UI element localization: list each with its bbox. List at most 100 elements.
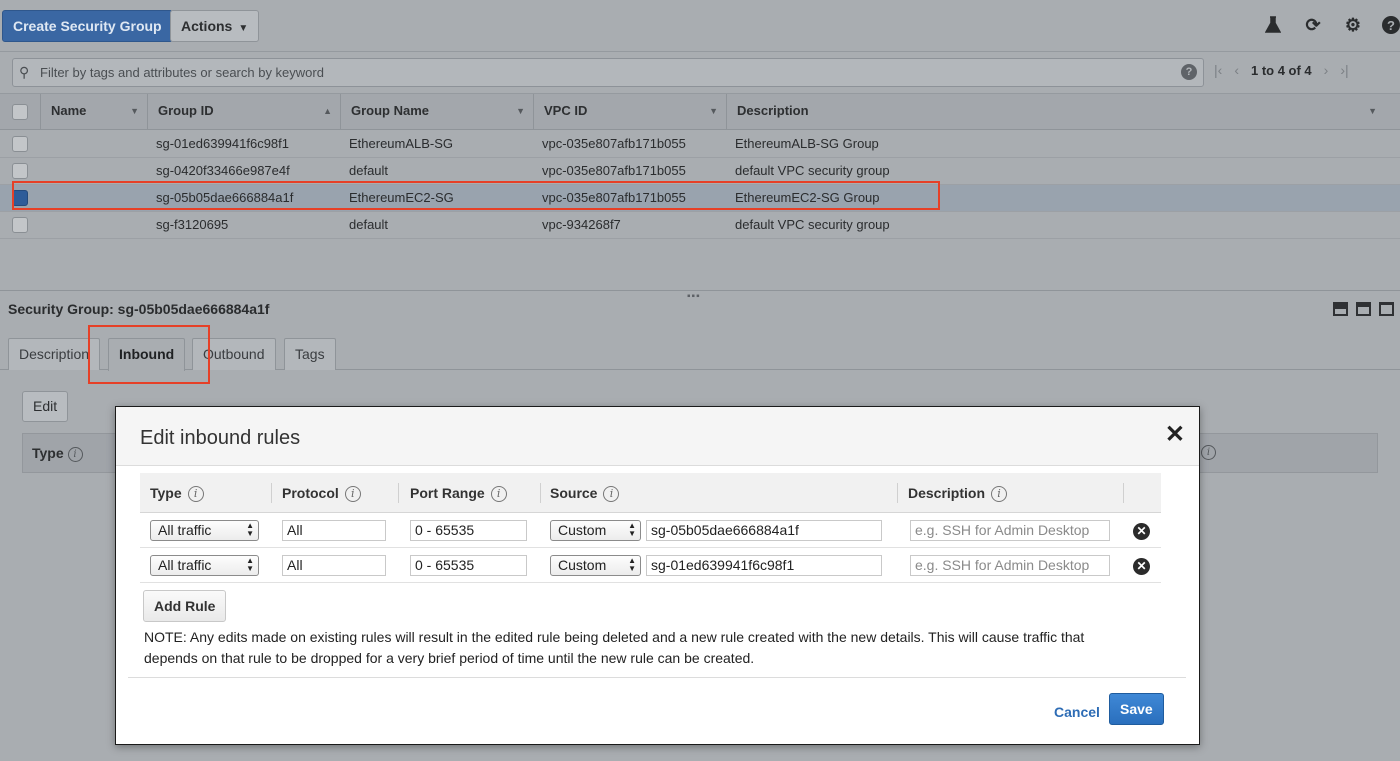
- rules-table: Type i Protocol i Port Range i Source i Desc…: [140, 473, 1161, 583]
- delete-rule-icon[interactable]: ✕: [1133, 523, 1150, 540]
- sort-icon: ▼: [516, 106, 525, 116]
- first-page-icon[interactable]: |‹: [1214, 62, 1222, 78]
- row-checkbox[interactable]: [12, 163, 28, 179]
- table-row[interactable]: sg-01ed639941f6c98f1 EthereumALB-SG vpc-…: [0, 131, 1400, 158]
- flask-icon[interactable]: [1262, 14, 1284, 36]
- search-help-icon[interactable]: ?: [1181, 64, 1197, 80]
- column-header-name[interactable]: Name ▼: [40, 94, 147, 130]
- search-input[interactable]: ⚲ Filter by tags and attributes or searc…: [12, 58, 1204, 87]
- tab-description[interactable]: Description: [8, 338, 101, 370]
- toolbar: Create Security Group Actions ▼ ⟳ ⚙ ?: [0, 0, 1400, 52]
- edit-button[interactable]: Edit: [22, 391, 69, 422]
- description-cell: EthereumALB-SG Group: [735, 136, 879, 151]
- page-count: 1 to 4 of 4: [1250, 62, 1312, 78]
- help-icon[interactable]: ?: [1382, 16, 1400, 34]
- info-icon[interactable]: i: [344, 486, 361, 503]
- column-label: VPC ID: [544, 103, 588, 118]
- layout-top-icon[interactable]: [1379, 302, 1394, 316]
- security-group-title: Security Group: sg-05b05dae666884a1f: [8, 301, 270, 317]
- info-icon[interactable]: i: [603, 486, 620, 503]
- source-field[interactable]: sg-01ed639941f6c98f1: [646, 555, 882, 576]
- details-tabs: Description Inbound Outbound Tags: [0, 338, 1400, 371]
- column-separator: [271, 483, 272, 503]
- gear-icon[interactable]: ⚙: [1342, 14, 1364, 36]
- description-field[interactable]: e.g. SSH for Admin Desktop: [910, 520, 1110, 541]
- create-security-group-button[interactable]: Create Security Group: [2, 10, 173, 42]
- source-type-value: Custom: [558, 557, 607, 573]
- row-checkbox[interactable]: [12, 136, 28, 152]
- footer-divider: [128, 677, 1186, 678]
- actions-dropdown-button[interactable]: Actions ▼: [170, 10, 260, 42]
- sort-icon: ▼: [130, 106, 139, 116]
- column-separator: [897, 483, 898, 503]
- select-all-checkbox[interactable]: [12, 104, 28, 120]
- type-value: All traffic: [158, 557, 212, 573]
- group-name-cell: default: [349, 217, 389, 232]
- table-row[interactable]: sg-f3120695 default vpc-934268f7 default…: [0, 212, 1400, 239]
- row-checkbox[interactable]: [12, 217, 28, 233]
- rules-table-header: Type i Protocol i Port Range i Source i Desc…: [140, 473, 1161, 513]
- type-header-text: Type: [32, 445, 64, 461]
- sort-icon: ▼: [709, 106, 718, 116]
- description-field[interactable]: e.g. SSH for Admin Desktop: [910, 555, 1110, 576]
- protocol-field[interactable]: All: [282, 520, 386, 541]
- info-icon[interactable]: i: [187, 486, 204, 503]
- grid-header: Name ▼ Group ID ▲ Group Name ▼ VPC ID ▼ Desc…: [0, 94, 1400, 130]
- refresh-icon[interactable]: ⟳: [1302, 14, 1324, 36]
- info-icon[interactable]: i: [490, 486, 507, 503]
- add-rule-button[interactable]: Add Rule: [143, 590, 227, 622]
- filter-bar: ⚲ Filter by tags and attributes or searc…: [0, 52, 1400, 94]
- type-select[interactable]: All traffic ▲ ▼: [150, 555, 259, 576]
- column-label: Port Range: [410, 485, 485, 501]
- column-header-description[interactable]: Description ▼: [726, 94, 1385, 130]
- type-select[interactable]: All traffic ▲ ▼: [150, 520, 259, 541]
- info-icon[interactable]: i: [991, 486, 1008, 503]
- prev-page-icon[interactable]: ‹: [1234, 62, 1239, 78]
- next-page-icon[interactable]: ›: [1324, 62, 1329, 78]
- resize-handle-icon[interactable]: ▪▪▪: [687, 291, 701, 302]
- column-header-port-range: Port Range i: [410, 473, 507, 513]
- source-field[interactable]: sg-05b05dae666884a1f: [646, 520, 882, 541]
- select-arrows-icon: ▲ ▼: [246, 556, 254, 573]
- last-page-icon[interactable]: ›|: [1340, 62, 1348, 78]
- protocol-field[interactable]: All: [282, 555, 386, 576]
- group-name-cell: EthereumALB-SG: [349, 136, 454, 151]
- port-range-field[interactable]: 0 - 65535: [410, 555, 527, 576]
- column-header-description: Description i: [908, 473, 1008, 513]
- layout-toggle: [1333, 302, 1394, 316]
- info-icon[interactable]: i: [67, 446, 83, 462]
- source-type-select[interactable]: Custom ▲ ▼: [550, 520, 641, 541]
- column-separator: [540, 483, 541, 503]
- edit-inbound-rules-dialog: Edit inbound rules ✕ Type i Protocol i Por…: [115, 406, 1200, 745]
- column-header-group-id[interactable]: Group ID ▲: [147, 94, 340, 130]
- column-label: Type: [150, 485, 182, 501]
- source-type-select[interactable]: Custom ▲ ▼: [550, 555, 641, 576]
- delete-rule-icon[interactable]: ✕: [1133, 558, 1150, 575]
- column-label: Protocol: [282, 485, 339, 501]
- column-label: Description: [737, 103, 809, 118]
- column-header-group-name[interactable]: Group Name ▼: [340, 94, 533, 130]
- tab-tags[interactable]: Tags: [284, 338, 336, 370]
- search-placeholder: Filter by tags and attributes or search …: [40, 65, 324, 80]
- actions-label: Actions: [181, 18, 233, 34]
- info-icon[interactable]: i: [1201, 445, 1216, 460]
- column-header-type: Type i: [150, 473, 204, 513]
- layout-bottom-icon[interactable]: [1333, 302, 1348, 316]
- type-value: All traffic: [158, 522, 212, 538]
- select-arrows-icon: ▲ ▼: [628, 521, 636, 538]
- port-range-field[interactable]: 0 - 65535: [410, 520, 527, 541]
- cancel-button[interactable]: Cancel: [1054, 704, 1100, 720]
- selected-row-highlight: [12, 181, 940, 210]
- column-separator: [1123, 483, 1124, 503]
- sort-asc-icon: ▲: [323, 106, 332, 116]
- layout-split-icon[interactable]: [1356, 302, 1371, 316]
- vpc-id-cell: vpc-035e807afb171b055: [542, 136, 686, 151]
- close-icon[interactable]: ✕: [1165, 423, 1185, 447]
- save-button[interactable]: Save: [1109, 693, 1164, 725]
- group-id-cell: sg-f3120695: [156, 217, 229, 232]
- pagination: |‹ ‹ 1 to 4 of 4 › ›|: [1214, 62, 1349, 78]
- column-header-vpc-id[interactable]: VPC ID ▼: [533, 94, 726, 130]
- column-label: Name: [51, 103, 87, 118]
- toolbar-icons: ⟳ ⚙ ?: [1262, 14, 1400, 36]
- select-arrows-icon: ▲ ▼: [628, 556, 636, 573]
